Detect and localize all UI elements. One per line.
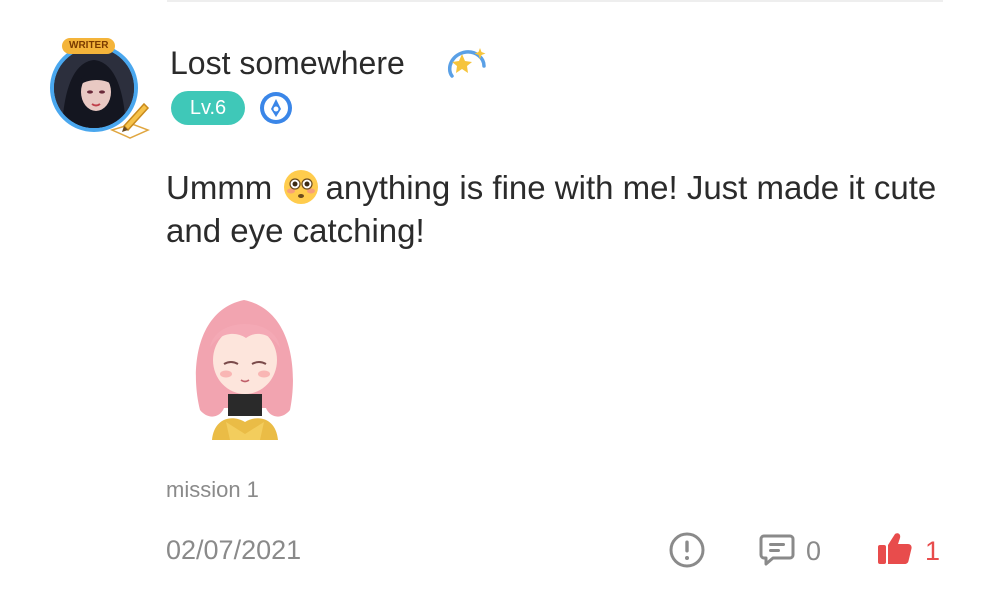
content-text-start: Ummm [166, 169, 273, 206]
rank-emblem-icon [260, 92, 292, 124]
quill-pen-icon [109, 102, 150, 139]
author-avatar[interactable]: WRITER [42, 38, 152, 142]
anime-girl-sticker [195, 300, 293, 440]
post-date: 02/07/2021 [166, 535, 302, 565]
content-text-end: anything is fine with me! Just made it c… [166, 169, 937, 249]
top-divider [167, 0, 943, 2]
level-badge: Lv.6 [171, 91, 245, 125]
comment-count: 0 [806, 536, 822, 566]
thumbs-up-icon[interactable] [875, 530, 913, 568]
post-tag[interactable]: mission 1 [166, 476, 259, 504]
comment-icon[interactable] [759, 532, 795, 568]
writer-tag: WRITER [62, 38, 116, 54]
like-count: 1 [925, 536, 941, 566]
flushed-face-emoji [284, 170, 319, 204]
post-content: Ummm anything is fine with me! Just made… [166, 166, 956, 252]
report-icon[interactable] [668, 531, 706, 569]
sparkle-icon [447, 48, 486, 78]
author-name[interactable]: Lost somewhere [170, 44, 405, 82]
